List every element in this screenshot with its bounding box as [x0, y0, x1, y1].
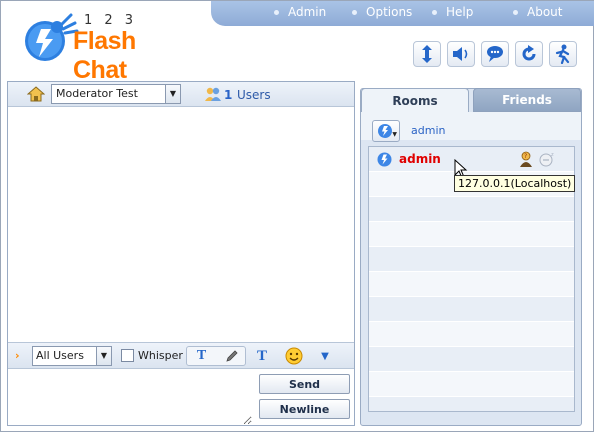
chevron-right-icon: ›	[15, 349, 20, 362]
list-item	[369, 222, 574, 247]
users-label: Users	[237, 88, 271, 102]
idle-icon: z	[539, 152, 554, 167]
room-select-value: Moderator Test	[56, 87, 138, 100]
svg-text:z: z	[551, 152, 554, 158]
bubble-button[interactable]	[481, 41, 509, 67]
exit-button[interactable]	[549, 41, 577, 67]
list-item	[369, 372, 574, 397]
chat-header: Moderator Test ▼ 1 Users	[8, 82, 354, 107]
moderator-icon: ?	[520, 151, 532, 167]
nav-admin[interactable]: Admin	[274, 5, 326, 19]
message-input[interactable]	[8, 371, 252, 425]
home-icon[interactable]	[27, 86, 45, 102]
refresh-icon	[522, 45, 536, 61]
nav-help[interactable]: Help	[432, 5, 473, 19]
nav-about[interactable]: About	[513, 5, 562, 19]
list-item	[369, 322, 574, 347]
logo-text: Flash Chat	[73, 27, 136, 84]
pencil-button[interactable]	[217, 347, 246, 365]
nav-help-label: Help	[446, 5, 474, 19]
pencil-icon	[225, 350, 238, 362]
list-item[interactable]: admin ? z	[369, 147, 574, 172]
recipient-select[interactable]: All Users ▼	[32, 346, 112, 366]
bullet-icon	[513, 9, 518, 15]
newline-button[interactable]: Newline	[259, 399, 350, 419]
flash-chat-window: 1 2 3 Flash Chat Admin Options Help Abou…	[0, 0, 594, 432]
list-item	[369, 397, 574, 411]
speech-bubble-icon	[487, 46, 503, 62]
room-icon	[378, 124, 392, 138]
top-navigation: Admin Options Help About	[211, 1, 594, 26]
send-button[interactable]: Send	[259, 374, 350, 394]
svg-text:?: ?	[524, 153, 527, 160]
chat-log[interactable]	[8, 107, 354, 340]
emoticon-button[interactable]	[284, 347, 304, 365]
resize-icon	[422, 45, 432, 63]
message-toolbar: › All Users ▼ Whisper T T ▼	[8, 342, 354, 369]
nav-admin-label: Admin	[288, 5, 327, 19]
nav-options[interactable]: Options	[352, 5, 412, 19]
user-status-icon	[377, 152, 392, 167]
nav-options-label: Options	[366, 5, 413, 19]
whisper-label: Whisper	[138, 349, 183, 362]
refresh-button[interactable]	[515, 41, 543, 67]
text-style-button[interactable]: T	[187, 347, 216, 365]
user-name: admin	[399, 152, 441, 166]
list-item	[369, 247, 574, 272]
chevron-down-icon: ▼	[165, 85, 180, 103]
chat-panel: Moderator Test ▼ 1 Users › All Users ▼ W…	[7, 81, 355, 426]
triangle-down-icon: ▼	[321, 350, 329, 362]
list-item	[369, 197, 574, 222]
room-select[interactable]: Moderator Test ▼	[51, 84, 181, 104]
font-button[interactable]: T	[252, 347, 272, 365]
sound-button[interactable]	[447, 41, 475, 67]
bullet-icon	[432, 9, 437, 15]
list-item	[369, 297, 574, 322]
tab-rooms[interactable]: Rooms	[361, 88, 469, 112]
app-logo: 1 2 3 Flash Chat	[21, 11, 191, 84]
user-tooltip: 127.0.0.1(Localhost)	[454, 175, 576, 192]
users-icon	[205, 87, 221, 101]
room-name[interactable]: admin	[411, 124, 445, 137]
nav-about-label: About	[527, 5, 563, 19]
bird-logo-icon	[25, 13, 79, 61]
more-button[interactable]: ▼	[315, 347, 335, 365]
recipient-select-value: All Users	[36, 349, 84, 362]
font-icon: T	[256, 347, 267, 364]
whisper-checkbox[interactable]	[121, 349, 134, 362]
bullet-icon	[274, 9, 279, 15]
triangle-down-icon: ▼	[392, 131, 397, 138]
smiley-icon	[285, 347, 303, 365]
text-icon: T	[196, 348, 207, 363]
format-group: T	[186, 346, 246, 366]
speaker-icon	[453, 47, 468, 61]
logo-numbers: 1 2 3	[84, 13, 138, 28]
running-man-icon	[555, 44, 570, 64]
bullet-icon	[352, 9, 357, 15]
room-menu-button[interactable]: ▼	[372, 120, 400, 142]
chevron-down-icon: ▼	[96, 347, 111, 365]
side-panel: Rooms Friends ▼ admin admin ? z	[360, 88, 582, 426]
list-item	[369, 272, 574, 297]
tab-friends[interactable]: Friends	[473, 88, 581, 112]
resize-button[interactable]	[413, 41, 441, 67]
list-item	[369, 347, 574, 372]
users-count: 1	[224, 88, 233, 102]
